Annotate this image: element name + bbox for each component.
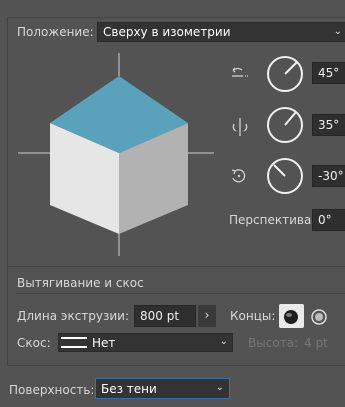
- surface-dropdown[interactable]: Без тени ⌄: [95, 378, 230, 399]
- chevron-down-icon: ⌄: [219, 336, 228, 347]
- z-rotation-value: -30°: [318, 169, 344, 183]
- depth-slider-button[interactable]: ›: [198, 305, 216, 327]
- cap-off-icon: [311, 309, 327, 325]
- cube-preview[interactable]: [18, 50, 218, 260]
- rotate-x-icon: [232, 67, 248, 77]
- position-dropdown[interactable]: Сверху в изометрии ⌄: [97, 22, 345, 42]
- bevel-value: Нет: [92, 336, 116, 350]
- position-label: Положение:: [17, 25, 94, 39]
- height-value: 4 pt: [304, 336, 328, 350]
- caps-label: Концы:: [230, 309, 276, 323]
- x-dial-needle: [284, 61, 298, 75]
- x-rotation-field[interactable]: 45°: [312, 62, 345, 84]
- extrude-section-title: Вытягивание и скос: [17, 276, 144, 290]
- z-dial-needle: [273, 164, 286, 177]
- chevron-down-icon: ⌄: [333, 26, 342, 37]
- y-rotation-field[interactable]: 35°: [312, 114, 345, 136]
- chevron-down-icon: ⌄: [215, 382, 224, 393]
- perspective-label: Перспектива:: [229, 213, 316, 227]
- caps-on-button[interactable]: [279, 304, 304, 328]
- bevel-line-icon: [61, 337, 87, 348]
- x-rotation-value: 45°: [318, 66, 340, 80]
- position-value: Сверху в изометрии: [103, 25, 231, 39]
- rotate-y-icon: [232, 118, 248, 136]
- surface-label: Поверхность:: [9, 383, 95, 397]
- bevel-dropdown[interactable]: Нет ⌄: [58, 333, 233, 352]
- depth-value: 800 pt: [140, 309, 180, 323]
- depth-field[interactable]: 800 pt: [134, 305, 196, 327]
- section-divider: [16, 293, 345, 294]
- caps-off-button[interactable]: [307, 304, 332, 328]
- height-label: Высота:: [248, 336, 299, 350]
- y-dial-needle: [284, 111, 297, 126]
- depth-label: Длина экструзии:: [17, 309, 130, 323]
- chevron-right-icon: ›: [204, 308, 210, 322]
- y-rotation-value: 35°: [318, 118, 340, 132]
- rotate-z-icon: [231, 169, 246, 183]
- z-rotation-field[interactable]: -30°: [312, 165, 345, 187]
- perspective-value: 0°: [318, 213, 332, 227]
- surface-value: Без тени: [101, 382, 157, 396]
- perspective-field[interactable]: 0°: [312, 209, 345, 231]
- bevel-label: Скос:: [17, 336, 51, 350]
- cap-on-icon: [284, 310, 298, 324]
